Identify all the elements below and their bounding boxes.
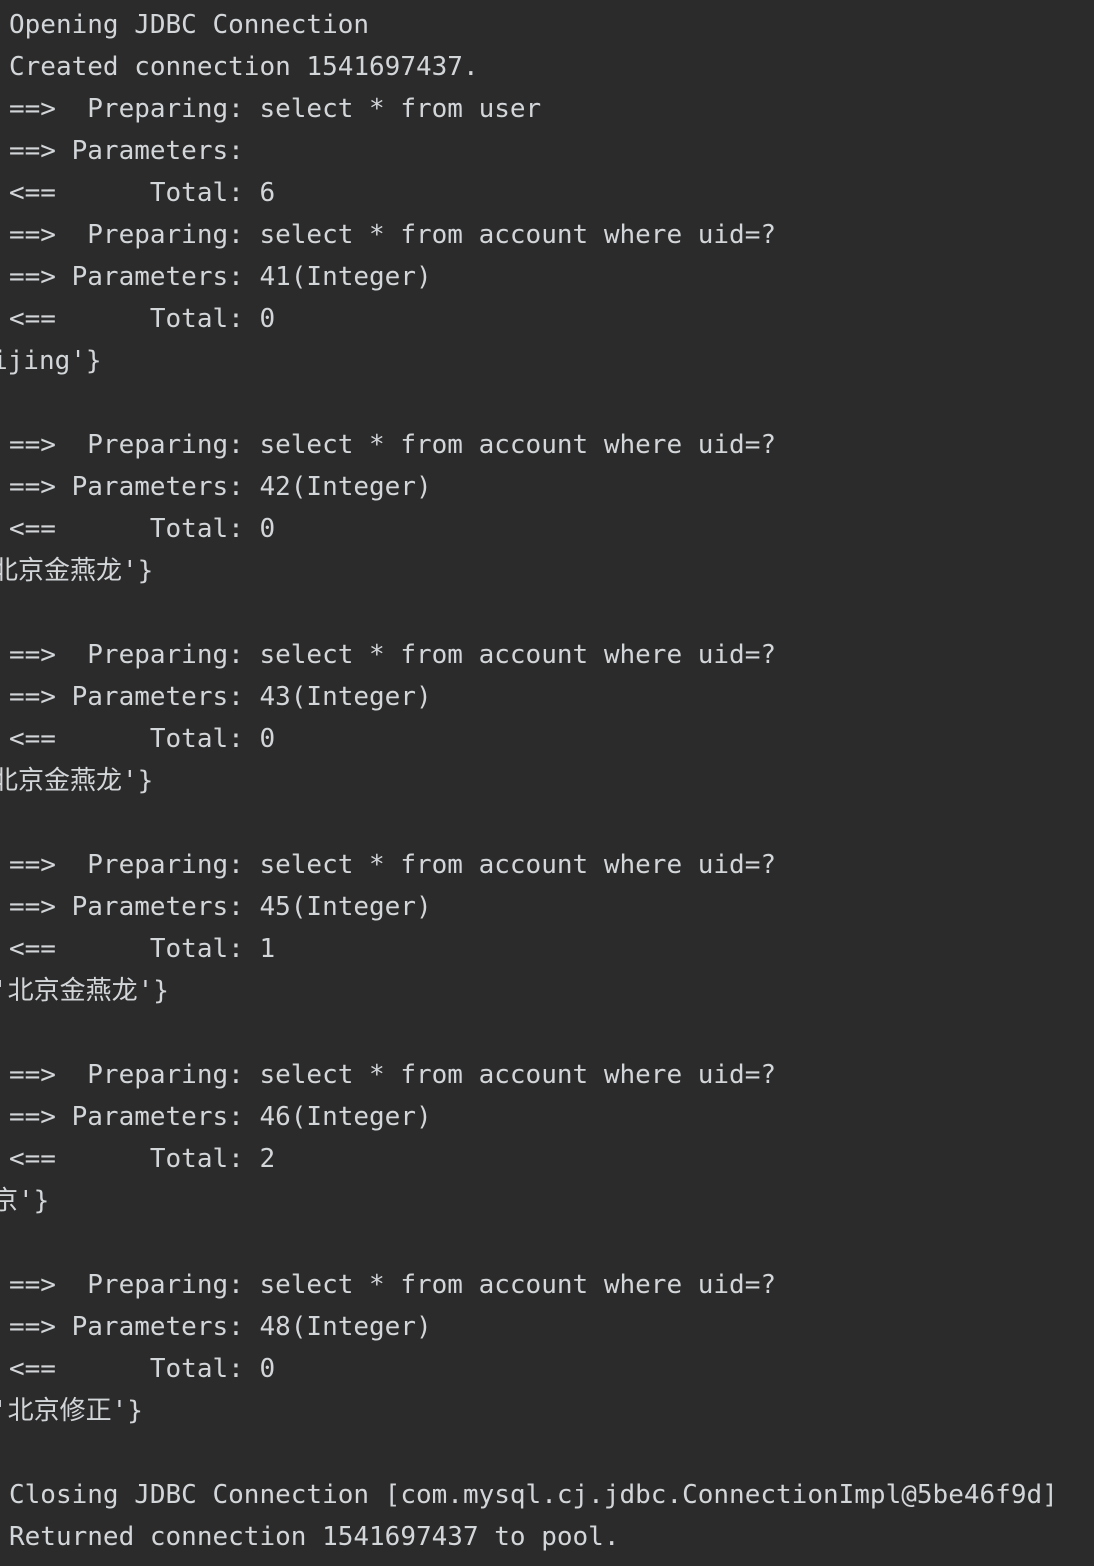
log-line-truncated: ijing'} (0, 346, 102, 376)
log-line: <== Total: 1 (9, 934, 276, 964)
log-line-truncated: '北京修正'} (0, 1396, 143, 1426)
console-output[interactable]: Opening JDBC Connection Created connecti… (0, 0, 1094, 1566)
log-line: ==> Parameters: 42(Integer) (9, 472, 432, 502)
log-line: ==> Preparing: select * from account whe… (9, 430, 777, 460)
log-line: ==> Preparing: select * from account whe… (9, 1060, 777, 1090)
log-line: ==> Preparing: select * from account whe… (9, 640, 777, 670)
log-line: ==> Parameters: 46(Integer) (9, 1102, 432, 1132)
log-line-truncated: 北京金燕龙'} (0, 556, 154, 586)
log-line: <== Total: 0 (9, 514, 276, 544)
log-line: Created connection 1541697437. (9, 52, 479, 82)
log-line: ==> Preparing: select * from account whe… (9, 850, 777, 880)
log-line: ==> Preparing: select * from account whe… (9, 1270, 777, 1300)
log-line: ==> Preparing: select * from user (9, 94, 542, 124)
log-line: ==> Parameters: 45(Integer) (9, 892, 432, 922)
log-line-truncated: '北京金燕龙'} (0, 976, 169, 1006)
log-line: <== Total: 2 (9, 1144, 276, 1174)
log-line: <== Total: 6 (9, 178, 276, 208)
log-line: <== Total: 0 (9, 1354, 276, 1384)
log-line-truncated: 北京金燕龙'} (0, 766, 154, 796)
log-line: Opening JDBC Connection (9, 10, 370, 40)
log-line: ==> Parameters: 48(Integer) (9, 1312, 432, 1342)
log-line: ==> Parameters: 43(Integer) (9, 682, 432, 712)
log-line: <== Total: 0 (9, 724, 276, 754)
log-line: Returned connection 1541697437 to pool. (9, 1522, 620, 1552)
log-line-truncated: 京'} (0, 1186, 50, 1216)
log-line: ==> Parameters: (9, 136, 260, 166)
log-line: ==> Parameters: 41(Integer) (9, 262, 432, 292)
log-line: Closing JDBC Connection [com.mysql.cj.jd… (9, 1480, 1058, 1510)
log-line: <== Total: 0 (9, 304, 276, 334)
log-line: ==> Preparing: select * from account whe… (9, 220, 777, 250)
